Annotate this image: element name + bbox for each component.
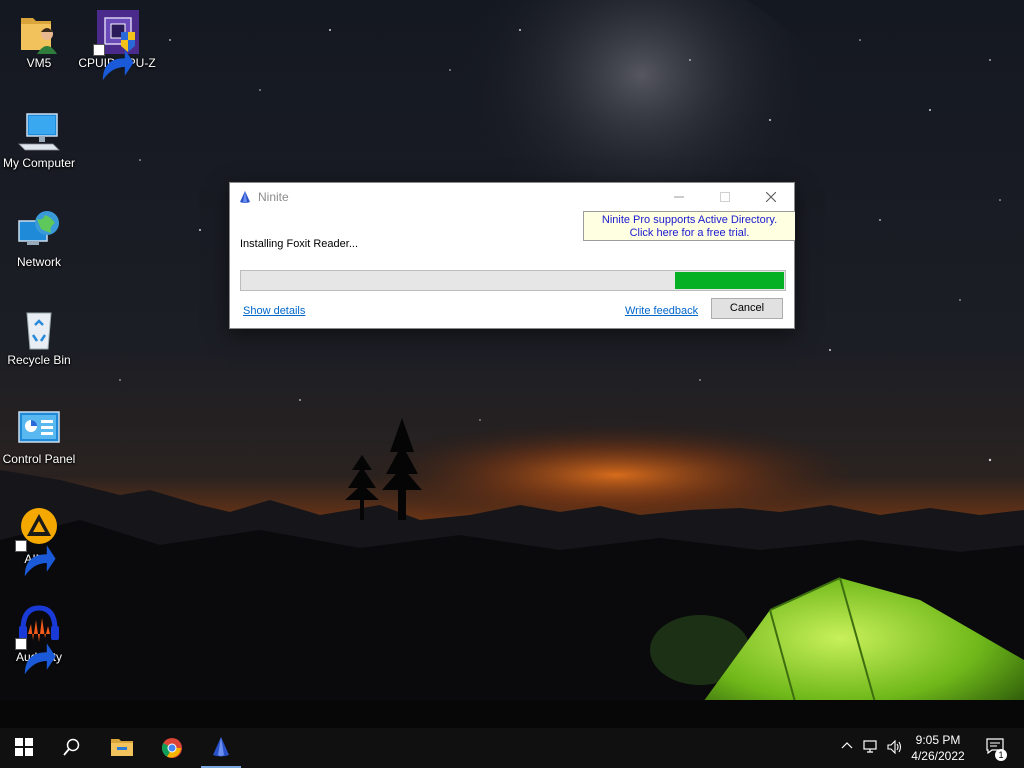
clock-time: 9:05 PM: [915, 733, 961, 747]
maximize-button[interactable]: [702, 183, 748, 211]
action-center-button[interactable]: 1: [980, 728, 1010, 768]
cpu-z-icon: [93, 10, 139, 81]
file-explorer-icon: [111, 739, 133, 756]
promo-line-2: Click here for a free trial.: [629, 227, 750, 239]
taskbar-ninite[interactable]: [197, 728, 245, 768]
desktop-icon-vm5[interactable]: VM5: [0, 10, 79, 70]
volume-tray-button[interactable]: [884, 728, 906, 768]
desktop-icon-control-panel[interactable]: Control Panel: [0, 406, 79, 466]
chevron-up-icon: [841, 742, 853, 749]
progress-bar: [240, 270, 786, 291]
window-title: Ninite: [258, 190, 289, 204]
close-button[interactable]: [748, 183, 794, 211]
start-button[interactable]: [0, 728, 48, 768]
write-feedback-link[interactable]: Write feedback: [625, 305, 698, 317]
desktop-icon-label: VM5: [26, 56, 52, 70]
taskbar-clock[interactable]: 9:05 PM 4/26/2022: [904, 732, 972, 764]
taskbar-file-explorer[interactable]: [98, 728, 146, 768]
close-icon: [766, 192, 776, 202]
notification-badge: 1: [995, 749, 1007, 761]
desktop-icon-recycle-bin[interactable]: Recycle Bin: [0, 307, 79, 367]
desktop-icon-aimp[interactable]: AIMP: [0, 506, 79, 577]
desktop-icon-my-computer[interactable]: My Computer: [0, 110, 79, 170]
desktop-icon-label: Control Panel: [2, 452, 76, 466]
desktop-icon-label: Recycle Bin: [7, 353, 71, 367]
install-status: Installing Foxit Reader...: [240, 238, 359, 250]
desktop-icon-cpuz[interactable]: CPUID CPU-Z: [77, 10, 157, 81]
control-panel-icon: [17, 406, 61, 450]
search-button[interactable]: [48, 728, 96, 768]
network-tray-button[interactable]: [860, 728, 882, 768]
volume-icon: [887, 740, 902, 754]
shortcut-arrow-icon: [15, 638, 56, 675]
search-icon: [63, 738, 80, 756]
show-hidden-icons-button[interactable]: [836, 728, 858, 768]
taskbar-chrome[interactable]: [148, 728, 196, 768]
ninite-icon: [213, 737, 229, 757]
shortcut-arrow-icon: [15, 540, 56, 577]
network-icon: [17, 209, 61, 253]
network-icon: [863, 740, 877, 753]
ninite-window: Ninite Ninite Pro supports Active Direct…: [229, 182, 795, 329]
promo-line-1: Ninite Pro supports Active Directory.: [601, 214, 778, 226]
folder-user-icon: [17, 10, 61, 54]
progress-fill: [675, 272, 784, 289]
desktop-wallpaper: [0, 0, 1024, 768]
chrome-icon: [161, 738, 182, 758]
cancel-button[interactable]: Cancel: [711, 298, 783, 319]
pro-promo-banner[interactable]: Ninite Pro supports Active Directory. Cl…: [583, 211, 795, 241]
desktop-icon-audacity[interactable]: Audacity: [0, 604, 79, 675]
recycle-bin-icon: [17, 307, 61, 351]
start-icon: [15, 738, 33, 756]
aimp-icon: [15, 506, 61, 577]
window-titlebar[interactable]: Ninite: [230, 183, 794, 211]
computer-icon: [17, 110, 61, 154]
show-details-link[interactable]: Show details: [243, 305, 305, 317]
minimize-icon: [674, 196, 684, 198]
desktop-icon-label: My Computer: [2, 156, 76, 170]
taskbar: 9:05 PM 4/26/2022 1: [0, 728, 1024, 768]
shortcut-arrow-icon: [93, 44, 134, 81]
audacity-icon: [15, 604, 61, 675]
desktop-icon-label: Network: [16, 255, 61, 269]
ninite-icon: [238, 190, 252, 204]
clock-date: 4/26/2022: [911, 749, 965, 763]
minimize-button[interactable]: [656, 183, 702, 211]
desktop-icon-network[interactable]: Network: [0, 209, 79, 269]
maximize-icon: [720, 192, 730, 202]
